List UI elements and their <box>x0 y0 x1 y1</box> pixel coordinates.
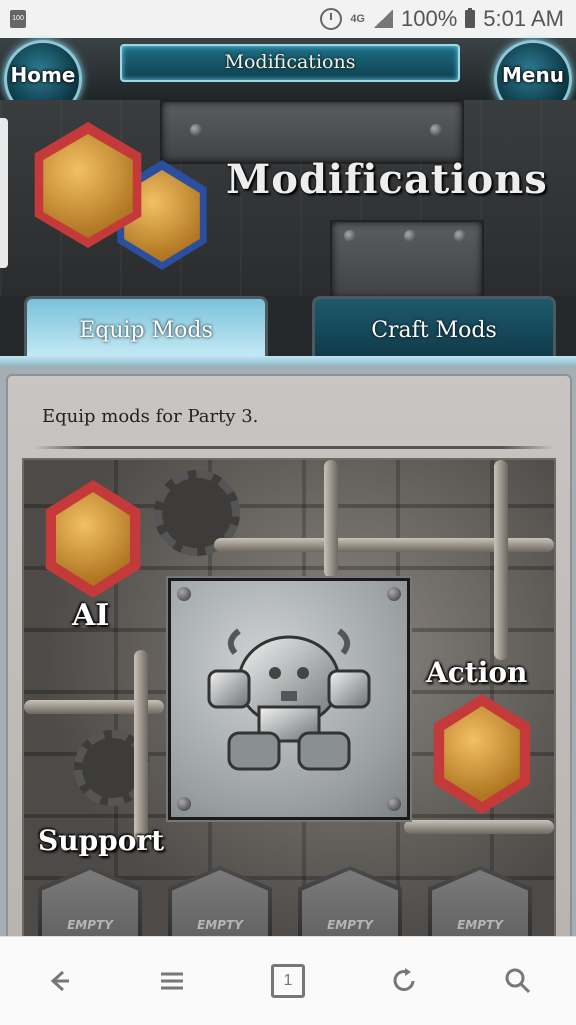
notification-icon: 100 <box>10 10 26 28</box>
robot-icon <box>207 628 371 771</box>
metal-plate <box>160 100 464 164</box>
rivet <box>454 230 466 242</box>
slot-label: EMPTY <box>197 918 243 932</box>
status-right: 4G 100% 5:01 AM <box>320 6 564 32</box>
divider <box>34 446 554 449</box>
banner-title: Modifications <box>226 156 548 203</box>
support-label: Support <box>38 824 165 857</box>
mod-workshop: AI Action Support EMPTY EMPTY EMPTY EMPT… <box>22 458 556 940</box>
tabs-count-button[interactable]: 1 <box>268 961 308 1001</box>
support-slot[interactable]: EMPTY <box>428 866 532 938</box>
search-icon[interactable] <box>498 961 538 1001</box>
rivet <box>387 797 401 811</box>
slot-label: EMPTY <box>327 918 373 932</box>
rivet <box>387 587 401 601</box>
header-title-plate: Modifications <box>120 44 460 82</box>
support-slot[interactable]: EMPTY <box>38 866 142 938</box>
network-label: 4G <box>350 13 365 25</box>
signal-icon <box>373 10 393 28</box>
tab-craft-mods[interactable]: Craft Mods <box>312 296 556 361</box>
battery-percent: 100% <box>401 6 458 31</box>
party-mod-frame[interactable] <box>168 578 410 820</box>
slot-label: EMPTY <box>67 918 113 932</box>
rivet <box>177 797 191 811</box>
tabs-count: 1 <box>271 964 305 998</box>
tab-label: Equip Mods <box>79 318 213 343</box>
rivet <box>344 230 356 242</box>
tab-equip-mods[interactable]: Equip Mods <box>24 296 268 361</box>
support-slot[interactable]: EMPTY <box>298 866 402 938</box>
status-bar: 100 4G 100% 5:01 AM <box>0 0 576 38</box>
battery-icon <box>465 8 476 28</box>
pipe <box>324 460 338 578</box>
side-handle[interactable] <box>0 118 8 268</box>
ai-label: AI <box>72 598 110 633</box>
rivet <box>404 230 416 242</box>
rivet <box>190 124 202 136</box>
hamburger-menu-icon[interactable] <box>152 961 192 1001</box>
pipe <box>134 650 148 850</box>
game-header: Home Modifications Menu <box>0 38 576 118</box>
clock: 5:01 AM <box>483 6 564 31</box>
back-icon[interactable] <box>38 961 78 1001</box>
rivet <box>177 587 191 601</box>
pipe <box>404 820 554 834</box>
refresh-icon[interactable] <box>384 961 424 1001</box>
banner: Modifications <box>0 100 576 300</box>
browser-nav-bar: 1 <box>0 936 576 1025</box>
alarm-icon <box>320 8 343 30</box>
home-label: Home <box>10 63 76 87</box>
slot-label: EMPTY <box>457 918 503 932</box>
menu-label: Menu <box>502 63 564 87</box>
rivet <box>430 124 442 136</box>
pipe <box>494 460 508 660</box>
tab-divider <box>0 356 576 366</box>
tab-label: Craft Mods <box>371 318 497 343</box>
support-slot[interactable]: EMPTY <box>168 866 272 938</box>
action-label: Action <box>426 656 528 689</box>
header-title: Modifications <box>224 51 356 73</box>
party-description: Equip mods for Party 3. <box>42 406 259 427</box>
